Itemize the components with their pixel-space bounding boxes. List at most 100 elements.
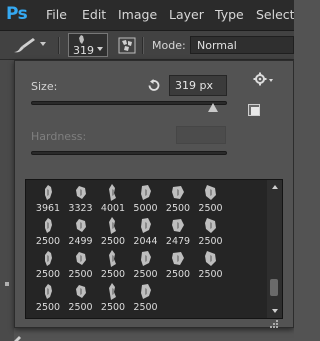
brush-tip-thumbnail bbox=[75, 252, 86, 265]
brush-size-label: 2500 bbox=[100, 302, 126, 313]
brush-preset-cell[interactable]: 2500 bbox=[130, 282, 162, 315]
brush-preset-cell[interactable]: 2044 bbox=[130, 216, 162, 249]
brush-size-label: 2500 bbox=[133, 302, 158, 313]
brush-size-label: 2500 bbox=[198, 203, 223, 214]
brush-size-label: 2500 bbox=[68, 269, 93, 280]
brush-preset-cell[interactable]: 2500 bbox=[162, 183, 194, 216]
brush-tip-thumbnail bbox=[45, 284, 52, 299]
menu-type[interactable]: Type bbox=[215, 7, 244, 22]
brush-preset-cell[interactable]: 4001 bbox=[97, 183, 129, 216]
brush-preset-cell[interactable]: 2500 bbox=[65, 282, 97, 315]
brush-preset-grid: 3961 3323 4001 5000 2500 2500 2500 2499 2500 2044… bbox=[25, 179, 283, 319]
tool-preset-dropdown-arrow[interactable] bbox=[40, 42, 46, 46]
brush-preset-cell[interactable]: 2500 bbox=[195, 249, 227, 282]
brush-preset-cell[interactable]: 2499 bbox=[65, 216, 97, 249]
hardness-label: Hardness: bbox=[31, 130, 87, 143]
brush-size-label: 2500 bbox=[35, 302, 61, 313]
brush-tip-thumbnail bbox=[75, 186, 86, 199]
brush-tip-thumbnail bbox=[204, 251, 216, 266]
brush-preset-cell[interactable]: 2500 bbox=[97, 216, 129, 249]
brush-tip-thumbnail bbox=[45, 185, 52, 200]
brush-preset-cell[interactable]: 2500 bbox=[32, 282, 64, 315]
photoshop-window: Ps File Edit Image Layer Type Select 319 bbox=[0, 0, 294, 341]
brush-tip-thumbnail bbox=[75, 219, 86, 232]
gear-icon[interactable] bbox=[253, 71, 275, 87]
brush-size-label: 3961 bbox=[35, 203, 61, 214]
brush-size-label: 2044 bbox=[133, 236, 158, 247]
new-preset-icon[interactable] bbox=[248, 101, 260, 116]
bottom-tool-icon[interactable] bbox=[6, 330, 24, 341]
brush-tip-thumbnail bbox=[109, 184, 116, 201]
mode-value: Normal bbox=[197, 39, 237, 52]
brush-preset-cell[interactable]: 2500 bbox=[97, 249, 129, 282]
brush-preset-cell[interactable]: 2500 bbox=[195, 183, 227, 216]
brush-grid-scrollbar[interactable] bbox=[267, 180, 282, 318]
scrollbar-thumb[interactable] bbox=[270, 279, 278, 296]
brush-tip-preview-icon bbox=[79, 35, 84, 44]
brush-size-label: 2500 bbox=[35, 269, 61, 280]
brush-tip-thumbnail bbox=[109, 283, 116, 300]
brush-tip-thumbnail bbox=[204, 185, 216, 200]
brush-size-label: 2500 bbox=[165, 269, 191, 280]
brush-size-label: 2500 bbox=[198, 269, 223, 280]
brush-preset-cell[interactable]: 5000 bbox=[130, 183, 162, 216]
size-input-value: 319 px bbox=[175, 79, 213, 92]
brush-size-readout: 319 bbox=[73, 44, 94, 57]
menu-select[interactable]: Select bbox=[256, 7, 294, 22]
tools-panel-edge bbox=[0, 60, 14, 341]
brush-tip-thumbnail bbox=[140, 185, 151, 200]
brush-size-label: 2499 bbox=[68, 236, 93, 247]
brush-preset-cell[interactable]: 2500 bbox=[32, 249, 64, 282]
reset-size-icon[interactable] bbox=[146, 78, 162, 94]
brush-tip-thumbnail bbox=[140, 251, 151, 266]
size-slider-thumb[interactable] bbox=[208, 103, 219, 112]
chevron-down-icon bbox=[97, 47, 103, 51]
brush-size-label: 4001 bbox=[100, 203, 126, 214]
size-input[interactable]: 319 px bbox=[169, 75, 227, 96]
brush-preset-picker-button[interactable]: 319 bbox=[68, 33, 108, 57]
size-label: Size: bbox=[31, 80, 58, 93]
brush-preset-cell[interactable]: 2500 bbox=[130, 249, 162, 282]
brush-preset-cell[interactable]: 3961 bbox=[32, 183, 64, 216]
photoshop-logo: Ps bbox=[6, 4, 28, 24]
brush-tip-thumbnail bbox=[140, 218, 151, 233]
options-bar: 319 Mode: Normal bbox=[0, 31, 294, 60]
brush-tip-thumbnail bbox=[45, 218, 52, 233]
resize-grip-icon[interactable] bbox=[269, 314, 279, 328]
menu-edit[interactable]: Edit bbox=[82, 7, 106, 22]
brush-size-label: 2500 bbox=[165, 203, 191, 214]
brush-size-label: 2500 bbox=[133, 269, 158, 280]
brush-size-label: 2479 bbox=[165, 236, 191, 247]
brush-preset-cell[interactable]: 3323 bbox=[65, 183, 97, 216]
hardness-input bbox=[176, 126, 226, 144]
brush-preset-picker-panel: Size: 319 px Hardness: 3961 3323 4001 50… bbox=[14, 60, 294, 328]
menu-layer[interactable]: Layer bbox=[169, 7, 204, 22]
brush-tip-thumbnail bbox=[172, 186, 184, 199]
brush-size-label: 2500 bbox=[35, 236, 61, 247]
brush-tip-thumbnail bbox=[172, 252, 184, 265]
mode-dropdown[interactable]: Normal bbox=[190, 36, 294, 54]
brush-preset-cell[interactable]: 2500 bbox=[162, 249, 194, 282]
brush-tip-thumbnail bbox=[109, 217, 116, 234]
scroll-down-arrow-icon[interactable] bbox=[272, 309, 278, 313]
options-separator bbox=[142, 37, 144, 54]
brush-tool-icon[interactable] bbox=[12, 36, 38, 54]
brush-size-label: 3323 bbox=[68, 203, 93, 214]
hardness-slider-track bbox=[31, 151, 227, 155]
mode-label: Mode: bbox=[152, 39, 186, 52]
menu-file[interactable]: File bbox=[46, 7, 67, 22]
brush-tip-thumbnail bbox=[140, 284, 151, 299]
menu-bar: Ps File Edit Image Layer Type Select bbox=[0, 0, 294, 31]
brush-preset-cell[interactable]: 2500 bbox=[32, 216, 64, 249]
menu-image[interactable]: Image bbox=[118, 7, 157, 22]
brush-tip-thumbnail bbox=[45, 251, 52, 266]
scroll-up-arrow-icon[interactable] bbox=[272, 185, 278, 189]
size-slider-track[interactable] bbox=[31, 101, 227, 105]
brush-size-label: 2500 bbox=[100, 236, 126, 247]
brush-preset-cell[interactable]: 2500 bbox=[65, 249, 97, 282]
brush-panel-icon[interactable] bbox=[118, 37, 136, 54]
brush-preset-cell[interactable]: 2500 bbox=[97, 282, 129, 315]
brush-preset-cell[interactable]: 2500 bbox=[195, 216, 227, 249]
brush-tip-thumbnail bbox=[172, 219, 184, 232]
brush-preset-cell[interactable]: 2479 bbox=[162, 216, 194, 249]
